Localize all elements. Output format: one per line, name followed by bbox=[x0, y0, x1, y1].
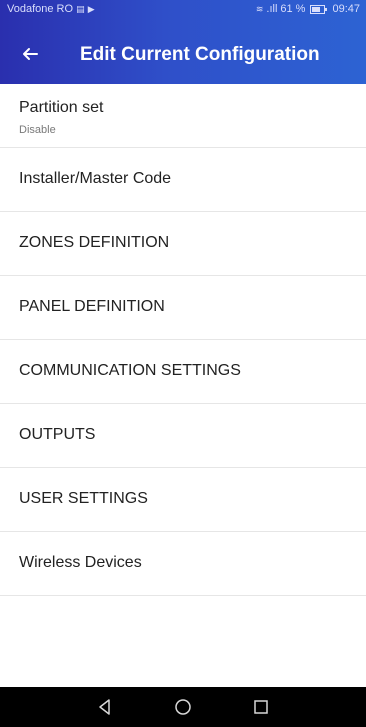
list-item-title: Partition set bbox=[19, 99, 104, 116]
list-item-communication-settings[interactable]: COMMUNICATION SETTINGS bbox=[0, 340, 366, 404]
list-item-installer-master-code[interactable]: Installer/Master Code bbox=[0, 148, 366, 212]
sim-icon: ▤ bbox=[76, 4, 85, 14]
wifi-icon: ≋ bbox=[255, 4, 264, 14]
signal-bars: .ıll bbox=[266, 3, 278, 15]
list-item-title: Installer/Master Code bbox=[19, 170, 172, 187]
status-right: ≋ .ıll 61 % 09:47 bbox=[256, 0, 360, 18]
list-item-outputs[interactable]: OUTPUTS bbox=[0, 404, 366, 468]
list-item-user-settings[interactable]: USER SETTINGS bbox=[0, 468, 366, 532]
list-item-panel-definition[interactable]: PANEL DEFINITION bbox=[0, 276, 366, 340]
back-button[interactable] bbox=[12, 36, 48, 72]
settings-list: Partition set Disable Installer/Master C… bbox=[0, 84, 366, 596]
carrier-label: Vodafone RO bbox=[7, 3, 74, 15]
list-item-title: COMMUNICATION SETTINGS bbox=[19, 362, 241, 379]
list-item-zones-definition[interactable]: ZONES DEFINITION bbox=[0, 212, 366, 276]
battery-icon bbox=[310, 4, 328, 14]
circle-home-icon bbox=[175, 699, 191, 715]
triangle-back-icon bbox=[99, 699, 110, 715]
list-item-title: USER SETTINGS bbox=[19, 490, 148, 507]
app-bar: Edit Current Configuration bbox=[0, 18, 366, 84]
nav-home-button[interactable] bbox=[173, 697, 193, 717]
list-item-title: Wireless Devices bbox=[19, 554, 142, 571]
list-item-wireless-devices[interactable]: Wireless Devices bbox=[0, 532, 366, 596]
play-store-icon: ▶ bbox=[87, 4, 95, 14]
list-item-title: ZONES DEFINITION bbox=[19, 234, 170, 251]
list-item-title: PANEL DEFINITION bbox=[19, 298, 165, 315]
status-left: Vodafone RO ▤ ▶ bbox=[7, 0, 95, 18]
system-navigation-bar bbox=[0, 687, 366, 727]
top-bar: Vodafone RO ▤ ▶ ≋ .ıll 61 % 09:47 Edit C… bbox=[0, 0, 366, 84]
list-item-subtitle: Disable bbox=[19, 124, 56, 136]
status-bar: Vodafone RO ▤ ▶ ≋ .ıll 61 % 09:47 bbox=[0, 0, 366, 18]
page-title: Edit Current Configuration bbox=[80, 44, 320, 65]
list-item-title: OUTPUTS bbox=[19, 426, 96, 443]
time: 09:47 bbox=[332, 3, 360, 15]
square-recents-icon bbox=[254, 700, 268, 714]
arrow-left-icon bbox=[23, 48, 38, 60]
battery-percent: 61 % bbox=[280, 3, 306, 15]
list-item-partition-set[interactable]: Partition set Disable bbox=[0, 84, 366, 148]
nav-back-button[interactable] bbox=[95, 697, 115, 717]
nav-recents-button[interactable] bbox=[251, 697, 271, 717]
